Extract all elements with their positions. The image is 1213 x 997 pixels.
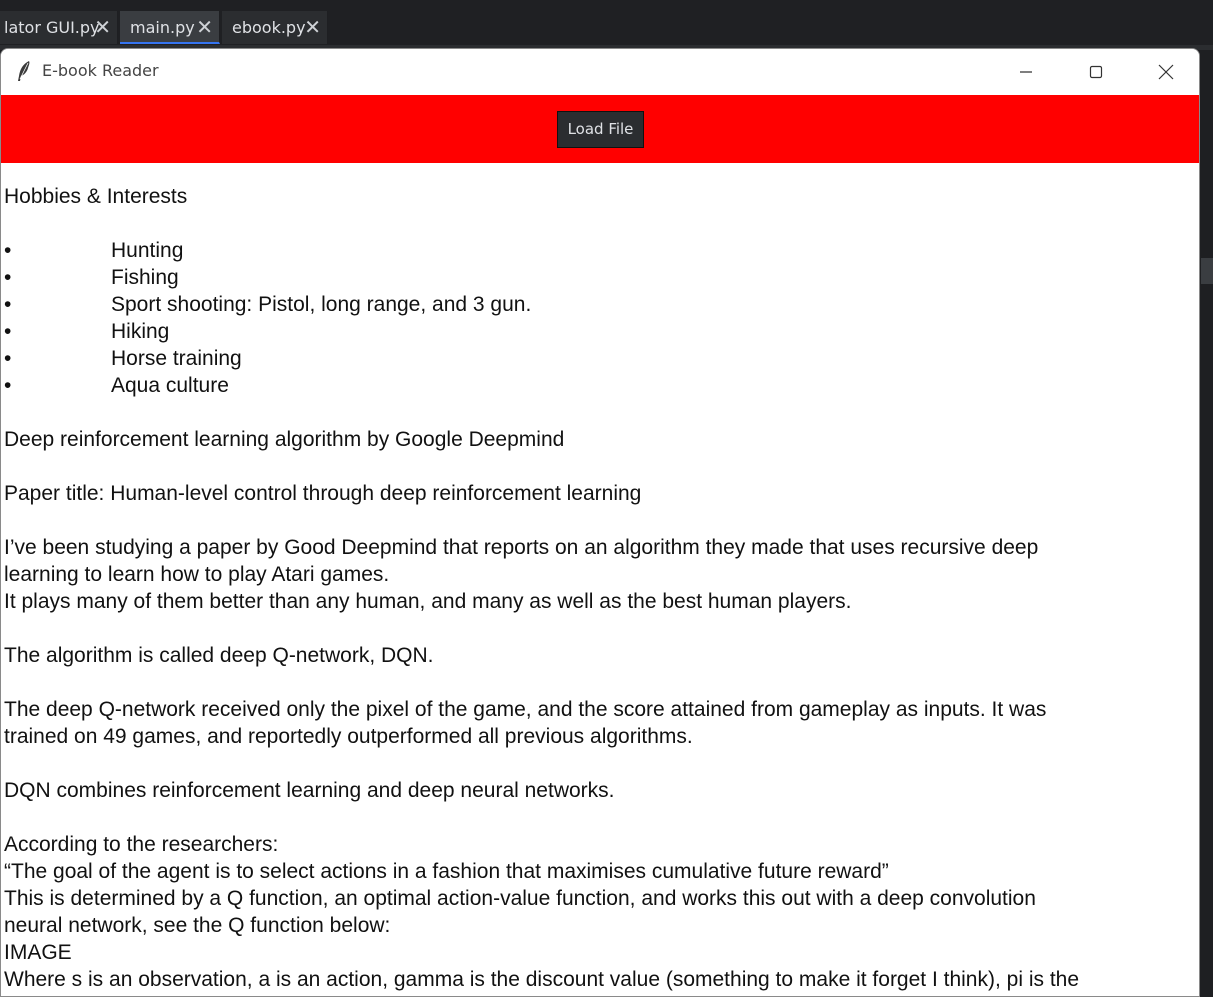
tab-calculator-gui[interactable]: lator GUI.py ✕ [0, 11, 118, 44]
bullet-glyph: • [4, 293, 12, 316]
bullet-glyph: • [4, 266, 12, 289]
toolbar: Load File [1, 95, 1199, 163]
paragraph: Deep reinforcement learning algorithm by… [4, 428, 565, 451]
paragraph: Where s is an observation, a is an actio… [4, 968, 1080, 991]
list-item: • Fishing [4, 264, 1199, 291]
editor-tab-bar: lator GUI.py ✕ main.py ✕ ebook.py ✕ [0, 0, 1213, 46]
tab-label: ebook.py [232, 18, 306, 37]
maximize-button[interactable] [1061, 49, 1131, 95]
tab-label: main.py [130, 18, 195, 37]
maximize-icon [1089, 65, 1103, 79]
list-item: • Sport shooting: Pistol, long range, an… [4, 291, 1199, 318]
paragraph: learning to learn how to play Atari game… [4, 563, 390, 586]
load-file-button[interactable]: Load File [557, 111, 644, 148]
ebook-text-area[interactable]: Hobbies & Interests • Hunting • Fishing … [1, 163, 1199, 996]
paragraph: IMAGE [4, 941, 72, 964]
paragraph: This is determined by a Q function, an o… [4, 887, 1036, 910]
list-item-text: Horse training [111, 347, 242, 370]
tab-label: lator GUI.py [4, 18, 100, 37]
paragraph: According to the researchers: [4, 833, 279, 856]
editor-scrollbar-thumb[interactable] [1201, 258, 1213, 284]
paragraph: neural network, see the Q function below… [4, 914, 391, 937]
ebook-reader-window: E-book Reader Load File Hobbies & Intere… [0, 48, 1200, 997]
list-item: • Hunting [4, 237, 1199, 264]
paragraph: The deep Q-network received only the pix… [4, 698, 1047, 721]
list-item: • Aqua culture [4, 372, 1199, 399]
bullet-glyph: • [4, 239, 12, 262]
list-item-text: Hunting [111, 239, 184, 262]
feather-icon [18, 61, 30, 81]
bullet-glyph: • [4, 320, 12, 343]
bullet-glyph: • [4, 374, 12, 397]
close-button[interactable] [1131, 49, 1199, 95]
list-item: • Hiking [4, 318, 1199, 345]
tab-close-icon[interactable]: ✕ [196, 11, 213, 42]
minimize-icon [1020, 71, 1032, 73]
window-titlebar[interactable]: E-book Reader [1, 49, 1199, 95]
doc-heading: Hobbies & Interests [4, 185, 188, 208]
bullet-glyph: • [4, 347, 12, 370]
close-icon [1158, 64, 1174, 80]
window-title: E-book Reader [42, 61, 159, 80]
tab-close-icon[interactable]: ✕ [304, 11, 321, 44]
list-item-text: Sport shooting: Pistol, long range, and … [111, 293, 532, 316]
list-item-text: Hiking [111, 320, 170, 343]
paragraph: “The goal of the agent is to select acti… [4, 860, 889, 883]
paragraph: I’ve been studying a paper by Good Deepm… [4, 536, 1039, 559]
paragraph: trained on 49 games, and reportedly outp… [4, 725, 693, 748]
paragraph: The algorithm is called deep Q-network, … [4, 644, 434, 667]
tab-close-icon[interactable]: ✕ [94, 11, 111, 44]
paragraph: DQN combines reinforcement learning and … [4, 779, 615, 802]
paragraph: Paper title: Human-level control through… [4, 482, 642, 505]
minimize-button[interactable] [991, 49, 1061, 95]
list-item-text: Aqua culture [111, 374, 229, 397]
list-item: • Horse training [4, 345, 1199, 372]
paragraph: It plays many of them better than any hu… [4, 590, 852, 613]
list-item-text: Fishing [111, 266, 179, 289]
tab-main-py[interactable]: main.py ✕ [120, 11, 220, 44]
tab-ebook-py[interactable]: ebook.py ✕ [222, 11, 328, 44]
